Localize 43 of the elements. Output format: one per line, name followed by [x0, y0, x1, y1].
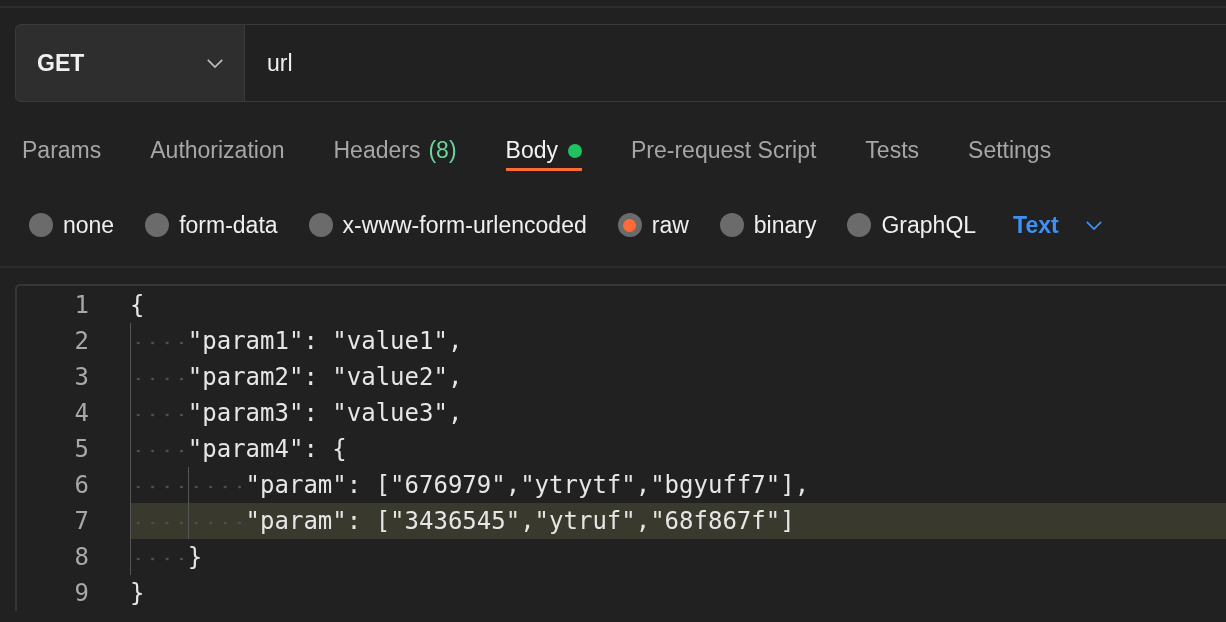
radio-label: form-data: [179, 211, 278, 239]
radio-label: x-www-form-urlencoded: [342, 211, 587, 239]
chevron-down-icon: [206, 57, 224, 69]
code-line: "param1": "value1",: [130, 323, 1226, 359]
code-line: }: [130, 539, 1226, 575]
code-line: "param": ["676979","ytrytf","bgyuff7"],: [130, 467, 1226, 503]
radio-button[interactable]: [617, 213, 642, 237]
tab[interactable]: Authorization: [150, 126, 285, 171]
radio-button[interactable]: [29, 213, 53, 237]
chevron-down-icon: [1084, 219, 1103, 231]
line-number: 1: [73, 291, 89, 319]
radio-button[interactable]: [847, 213, 872, 237]
line-number: 5: [73, 435, 89, 463]
radio-label: none: [63, 211, 115, 239]
line-number: 2: [73, 327, 89, 355]
line-number: 8: [73, 543, 89, 571]
radio-label: GraphQL: [881, 211, 977, 239]
tab[interactable]: Settings: [968, 126, 1052, 171]
url-field[interactable]: url: [245, 24, 1226, 102]
method-dropdown[interactable]: GET: [15, 24, 245, 102]
line-number: 9: [73, 579, 89, 607]
line-number: 3: [73, 363, 89, 391]
tab-label: Headers: [333, 137, 421, 164]
tab[interactable]: Body: [505, 126, 582, 171]
line-number: 4: [73, 399, 89, 427]
line-number: 7: [73, 507, 89, 535]
tab[interactable]: Headers (8): [333, 126, 457, 171]
code-line: "param4": {: [130, 431, 1226, 467]
line-number: 6: [73, 471, 89, 499]
code-line: {: [130, 290, 146, 321]
radio-label: binary: [753, 211, 817, 239]
radio-button[interactable]: [308, 213, 333, 237]
code-line: "param3": "value3",: [130, 395, 1226, 431]
radio-button[interactable]: [145, 213, 170, 237]
code-line: }: [130, 578, 146, 609]
code-line: "param2": "value2",: [130, 359, 1226, 395]
radio-label: raw: [651, 211, 689, 239]
radio-button[interactable]: [719, 213, 744, 237]
tab[interactable]: Params: [22, 126, 102, 171]
tab[interactable]: Tests: [865, 126, 920, 171]
header-count: (8): [428, 137, 457, 164]
tab[interactable]: Pre-request Script: [631, 126, 817, 171]
format-dropdown[interactable]: Text: [1013, 211, 1103, 239]
